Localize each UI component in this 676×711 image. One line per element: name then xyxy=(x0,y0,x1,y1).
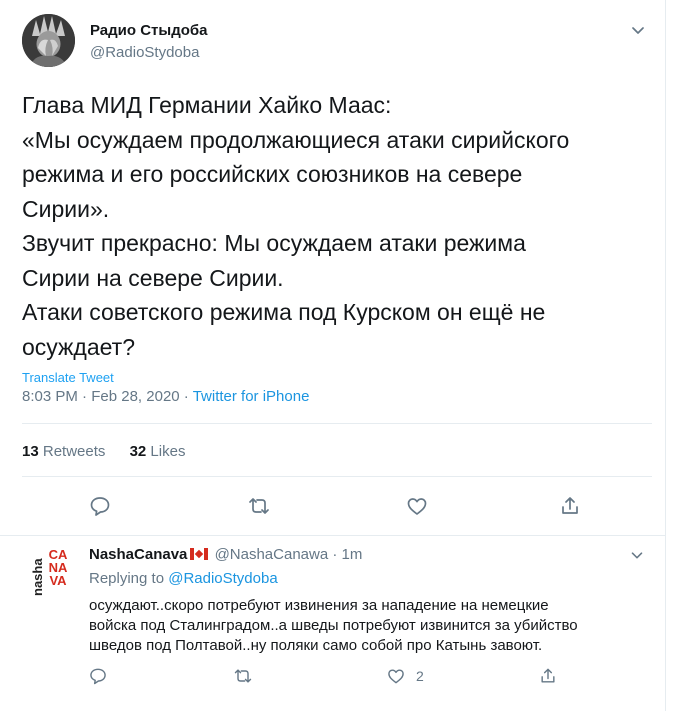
tweet-date[interactable]: Feb 28, 2020 xyxy=(91,388,179,405)
replying-to: Replying to @RadioStydoba xyxy=(89,570,278,587)
meta-separator: · xyxy=(183,388,189,405)
reply-text: осуждают..скоро потребуют извинения за н… xyxy=(89,596,645,656)
heart-icon[interactable] xyxy=(386,666,406,686)
chevron-down-icon[interactable] xyxy=(628,20,648,40)
tweet-text-line: Звучит прекрасно: Мы осуждаем атаки режи… xyxy=(22,230,526,256)
user-handle[interactable]: @RadioStydoba xyxy=(90,44,199,61)
canada-flag-icon xyxy=(190,548,209,560)
chevron-down-icon[interactable] xyxy=(628,546,646,564)
reply-handle[interactable]: @NashaCanawa xyxy=(215,546,329,563)
retweets-label: Retweets xyxy=(42,443,106,460)
reply-avatar-text-right: CANAVA xyxy=(48,547,68,588)
tweet-text-line: Глава МИД Германии Хайко Маас: xyxy=(22,92,392,118)
statue-of-liberty-avatar xyxy=(22,14,75,67)
meta-separator: · xyxy=(82,388,88,405)
avatar[interactable] xyxy=(22,14,75,67)
display-name[interactable]: Радио Стыдоба xyxy=(90,22,208,39)
retweets-stat[interactable]: 13 Retweets xyxy=(22,443,105,460)
likes-stat[interactable]: 32 Likes xyxy=(130,443,186,460)
comment-icon[interactable] xyxy=(88,666,108,686)
reply-time[interactable]: 1m xyxy=(342,546,363,563)
reply-text-line: осуждают..скоро потребуют извинения за н… xyxy=(89,597,549,614)
tweet-text-line: Сирии на севере Сирии. xyxy=(22,264,284,291)
heart-icon[interactable] xyxy=(405,494,429,518)
reply-header: NashaCanava @NashaCanawa · 1m xyxy=(89,546,362,563)
reply-avatar[interactable]: nasha CANAVA xyxy=(30,546,72,600)
reply-like-count: 2 xyxy=(416,668,424,684)
reply-text-line: войска под Сталинградом..а шведы потребу… xyxy=(89,617,578,634)
tweet-text-line: Сирии». xyxy=(22,195,110,222)
tweet-detail-panel: Радио Стыдоба @RadioStydoba Глава МИД Ге… xyxy=(0,0,666,711)
retweets-count: 13 xyxy=(22,443,39,460)
retweet-icon[interactable] xyxy=(247,494,271,518)
tweet-text-line: Атаки советского режима под Курском он е… xyxy=(22,299,546,325)
tweet-source-link[interactable]: Twitter for iPhone xyxy=(193,388,310,405)
share-icon[interactable] xyxy=(558,494,582,518)
replying-prefix: Replying to xyxy=(89,570,165,587)
tweet-text-line: «Мы осуждаем продолжающиеся атаки сирийс… xyxy=(22,126,570,153)
replying-to-mention[interactable]: @RadioStydoba xyxy=(168,570,277,587)
likes-label: Likes xyxy=(150,443,186,460)
comment-icon[interactable] xyxy=(88,494,112,518)
translate-tweet-link[interactable]: Translate Tweet xyxy=(22,370,114,385)
retweet-icon[interactable] xyxy=(233,666,253,686)
likes-count: 32 xyxy=(129,443,147,460)
engagement-stats: 13 Retweets 32 Likes xyxy=(22,443,205,460)
reply-text-line: шведов под Полтавой..ну поляки само собо… xyxy=(89,637,543,654)
tweet-text-line: режима и его российских союзников на сев… xyxy=(22,161,523,187)
reply-display-name[interactable]: NashaCanava xyxy=(89,546,187,563)
tweet-text-line: осуждает? xyxy=(22,333,136,360)
tweet-time[interactable]: 8:03 PM xyxy=(22,388,78,405)
reply-avatar-text-left: nasha xyxy=(30,558,45,596)
tweet-metadata: 8:03 PM · Feb 28, 2020 · Twitter for iPh… xyxy=(22,388,309,405)
divider xyxy=(22,476,652,477)
meta-separator: · xyxy=(332,546,338,563)
divider xyxy=(22,423,652,424)
main-tweet: Радио Стыдоба @RadioStydoba Глава МИД Ге… xyxy=(0,0,666,536)
tweet-text: Глава МИД Германии Хайко Маас: «Мы осужд… xyxy=(22,88,652,364)
share-icon[interactable] xyxy=(538,666,558,686)
